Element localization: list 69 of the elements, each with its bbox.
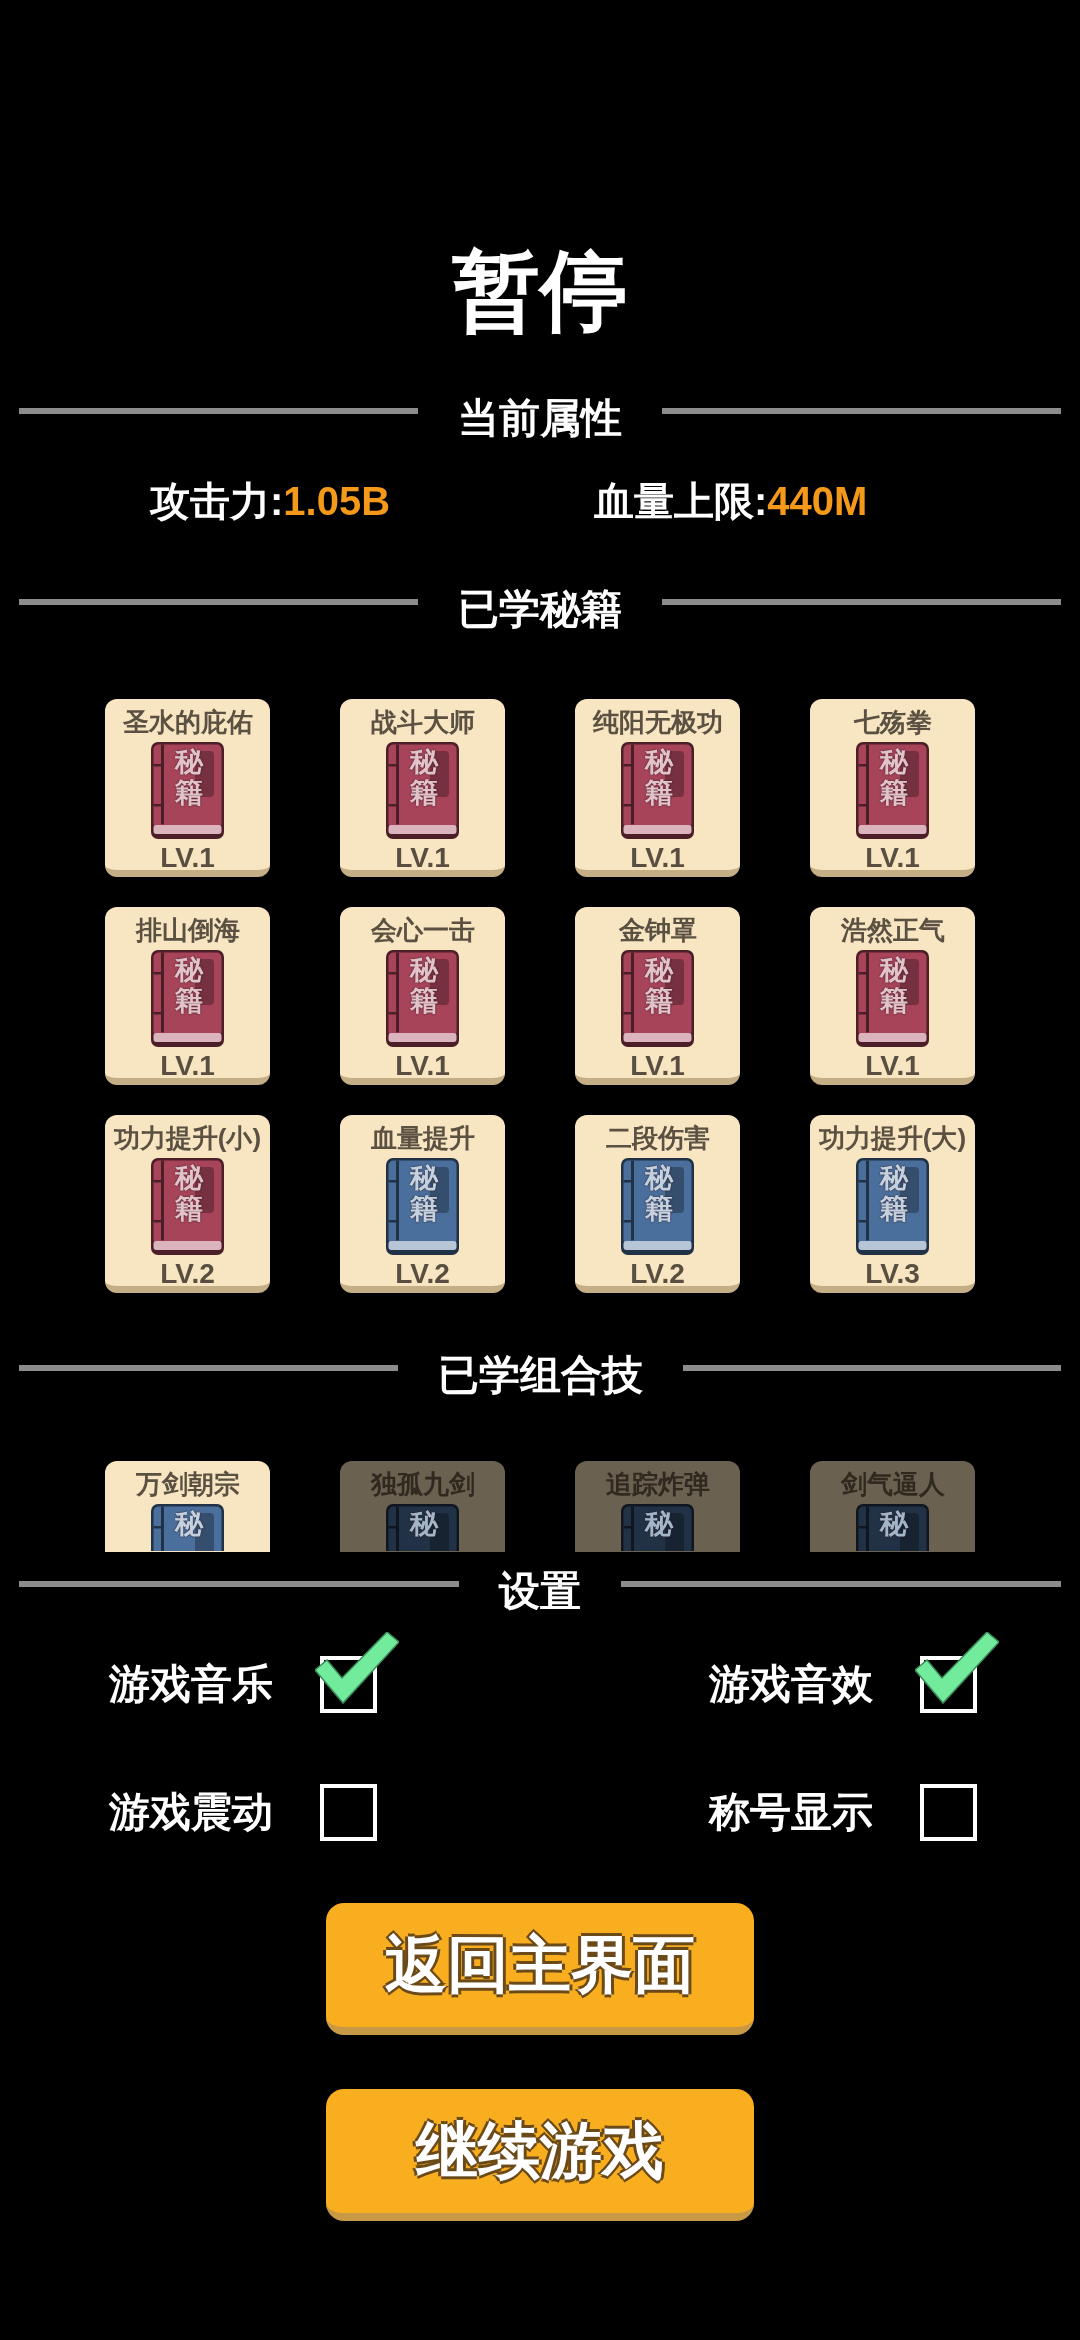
setting-label: 游戏音效 bbox=[709, 1660, 874, 1709]
checkbox[interactable] bbox=[915, 1632, 999, 1713]
skill-name: 排山倒海 bbox=[135, 915, 240, 945]
skill-level: LV.3 bbox=[865, 1263, 920, 1285]
book-cover-text: 秘 bbox=[880, 1509, 908, 1540]
book-cover-text: 秘籍 bbox=[175, 955, 203, 1017]
check-icon bbox=[315, 1632, 399, 1705]
book-cover-text: 秘籍 bbox=[175, 747, 203, 809]
section-heading: 已学组合技 bbox=[437, 1351, 643, 1400]
combo-name: 追踪炸弹 bbox=[605, 1469, 710, 1499]
book-icon bbox=[856, 1504, 929, 1551]
checkbox[interactable] bbox=[315, 1632, 399, 1713]
setting-label: 游戏震动 bbox=[109, 1788, 274, 1837]
section-heading: 已学秘籍 bbox=[458, 585, 622, 634]
skill-name: 金钟罩 bbox=[618, 915, 697, 945]
book-cover-text: 秘 bbox=[175, 1509, 203, 1540]
book-cover-text: 秘 bbox=[645, 1509, 673, 1540]
section-heading: 当前属性 bbox=[458, 394, 622, 443]
setting-label: 游戏音乐 bbox=[109, 1660, 274, 1709]
book-cover-text: 秘籍 bbox=[410, 1163, 438, 1225]
combo-name: 独孤九剑 bbox=[370, 1469, 475, 1499]
skill-level: LV.1 bbox=[395, 847, 450, 869]
stat-label: 血量上限: bbox=[594, 478, 768, 525]
book-icon bbox=[621, 1504, 694, 1551]
skill-name: 血量提升 bbox=[370, 1123, 475, 1153]
menu-button[interactable]: 继续游戏 bbox=[326, 2089, 754, 2221]
check-icon bbox=[915, 1632, 999, 1705]
skill-name: 功力提升(大) bbox=[818, 1123, 967, 1153]
skill-name: 圣水的庇佑 bbox=[122, 707, 253, 737]
skill-level: LV.1 bbox=[865, 1055, 920, 1077]
combo-name: 万剑朝宗 bbox=[135, 1469, 240, 1499]
stat-label: 攻击力: bbox=[150, 478, 284, 525]
section-heading: 设置 bbox=[499, 1567, 581, 1616]
skill-level: LV.1 bbox=[160, 1055, 215, 1077]
skill-name: 纯阳无极功 bbox=[592, 707, 723, 737]
skill-name: 七殇拳 bbox=[853, 707, 932, 737]
book-icon bbox=[386, 1504, 459, 1551]
skill-name: 功力提升(小) bbox=[113, 1123, 262, 1153]
book-icon bbox=[151, 1504, 224, 1551]
skill-level: LV.2 bbox=[395, 1263, 450, 1285]
stat-value: 440M bbox=[767, 478, 868, 525]
skill-level: LV.1 bbox=[630, 1055, 685, 1077]
book-cover-text: 秘籍 bbox=[410, 747, 438, 809]
skill-name: 浩然正气 bbox=[840, 915, 945, 945]
skill-level: LV.1 bbox=[630, 847, 685, 869]
book-cover-text: 秘籍 bbox=[645, 1163, 673, 1225]
checkbox[interactable] bbox=[320, 1784, 377, 1841]
book-cover-text: 秘籍 bbox=[175, 1163, 203, 1225]
skill-level: LV.2 bbox=[160, 1263, 215, 1285]
skill-name: 二段伤害 bbox=[605, 1123, 710, 1153]
book-cover-text: 秘 bbox=[410, 1509, 438, 1540]
skill-name: 会心一击 bbox=[370, 915, 475, 945]
book-cover-text: 秘籍 bbox=[410, 955, 438, 1017]
skill-level: LV.1 bbox=[160, 847, 215, 869]
skill-level: LV.2 bbox=[630, 1263, 685, 1285]
menu-button[interactable]: 返回主界面 bbox=[326, 1903, 754, 2035]
skill-level: LV.1 bbox=[395, 1055, 450, 1077]
book-cover-text: 秘籍 bbox=[645, 747, 673, 809]
book-cover-text: 秘籍 bbox=[880, 1163, 908, 1225]
skill-name: 战斗大师 bbox=[370, 707, 475, 737]
book-cover-text: 秘籍 bbox=[880, 955, 908, 1017]
checkbox[interactable] bbox=[920, 1784, 977, 1841]
book-cover-text: 秘籍 bbox=[880, 747, 908, 809]
page-title: 暂停 bbox=[452, 247, 628, 335]
stat-value: 1.05B bbox=[283, 478, 391, 525]
book-cover-text: 秘籍 bbox=[645, 955, 673, 1017]
setting-label: 称号显示 bbox=[709, 1788, 874, 1837]
skill-level: LV.1 bbox=[865, 847, 920, 869]
combo-name: 剑气逼人 bbox=[840, 1469, 945, 1499]
